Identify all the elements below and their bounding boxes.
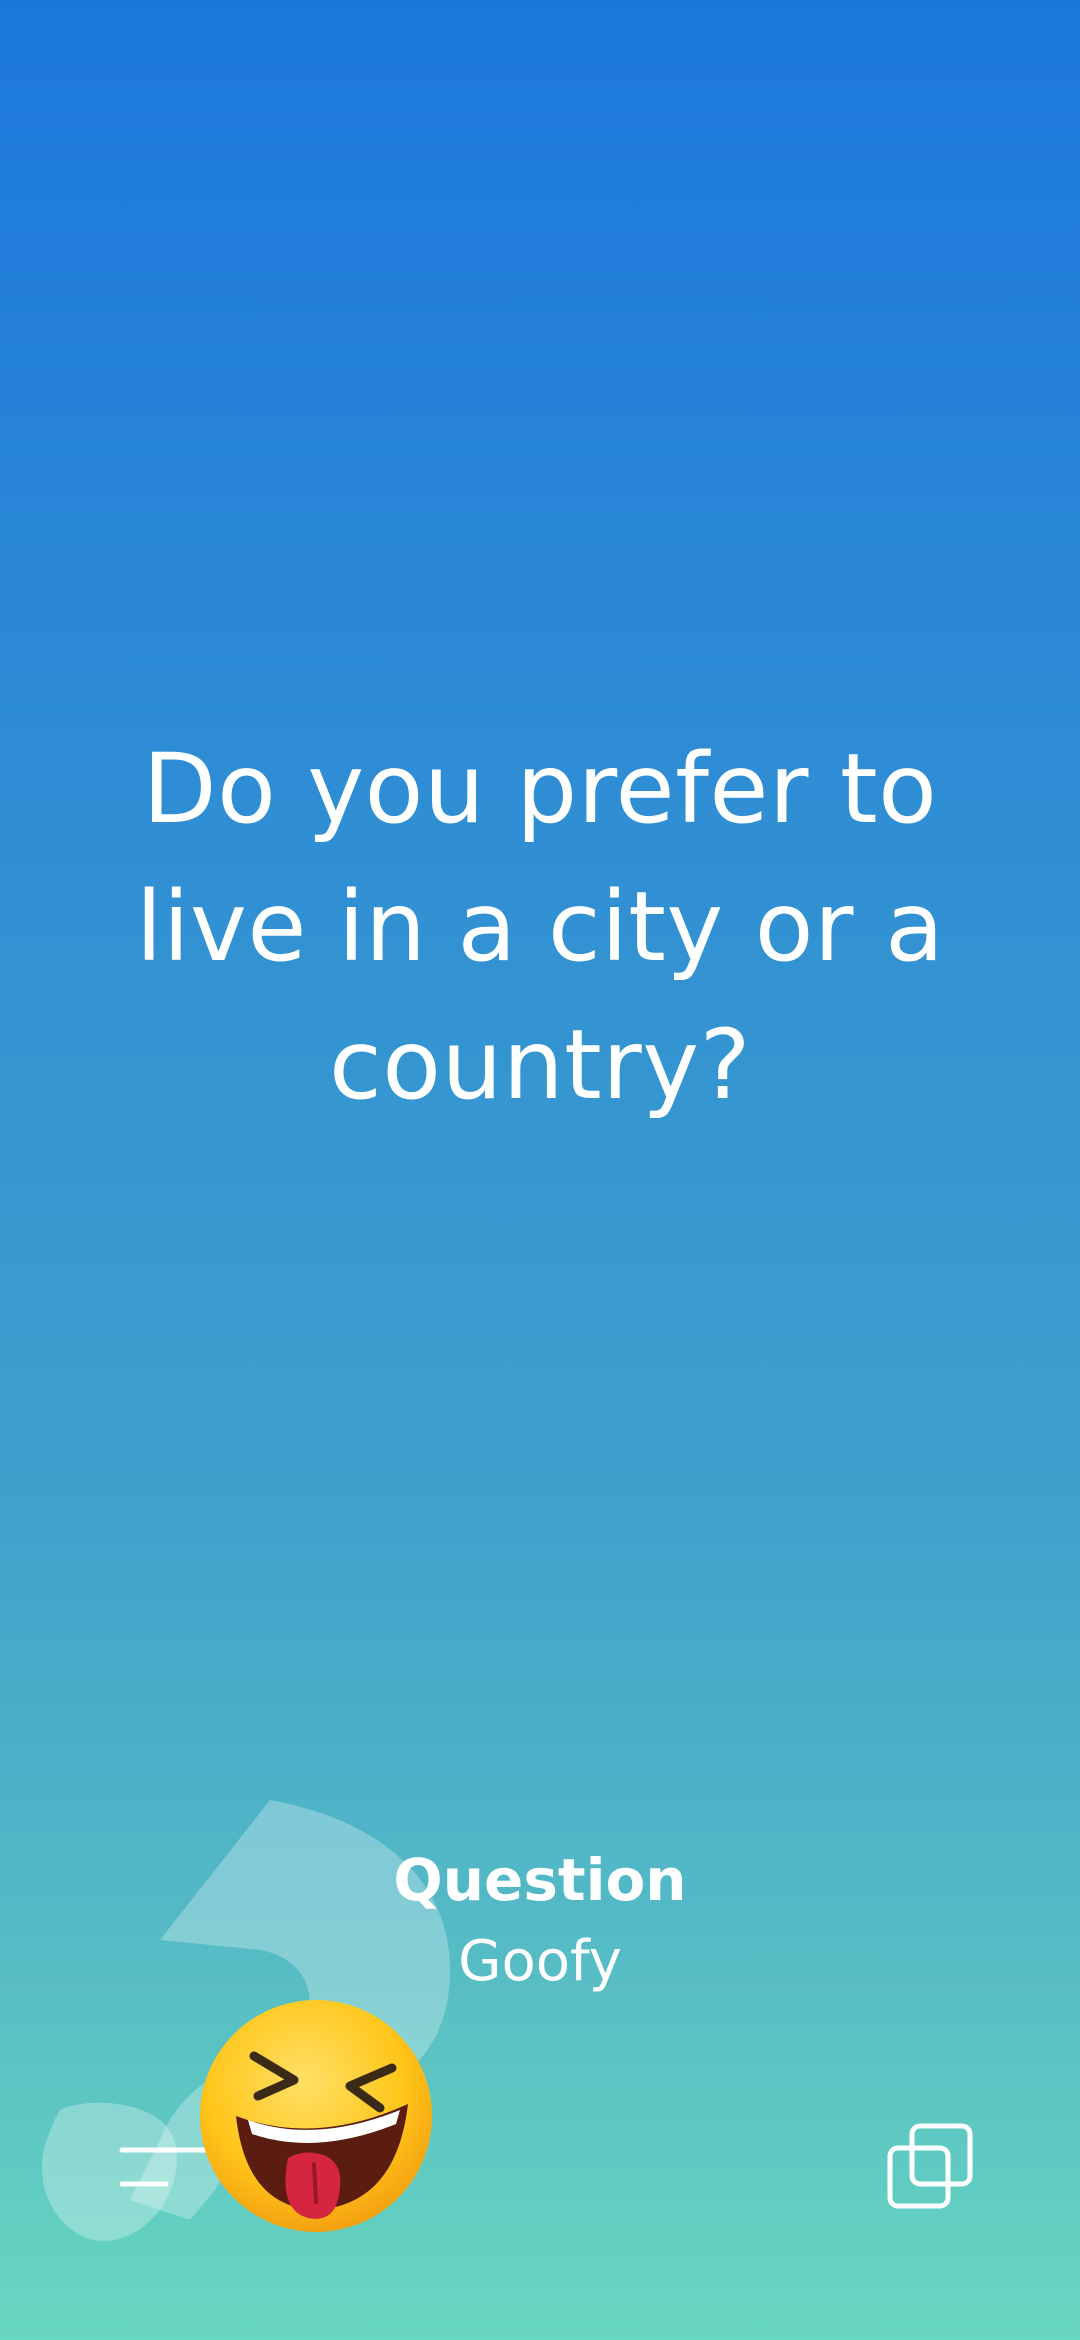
category-label: Question: [393, 1846, 687, 1914]
question-text: Do you prefer to live in a city or a cou…: [135, 733, 945, 1121]
question-meta: Question Goofy: [0, 1840, 1080, 2004]
question-screen: Do you prefer to live in a city or a cou…: [0, 0, 1080, 2340]
squinting-face-with-tongue-emoji: [200, 2000, 432, 2232]
deck-label: Goofy: [458, 1929, 622, 1994]
cards-button[interactable]: [880, 2116, 980, 2216]
stacked-cards-icon: [887, 2123, 973, 2209]
